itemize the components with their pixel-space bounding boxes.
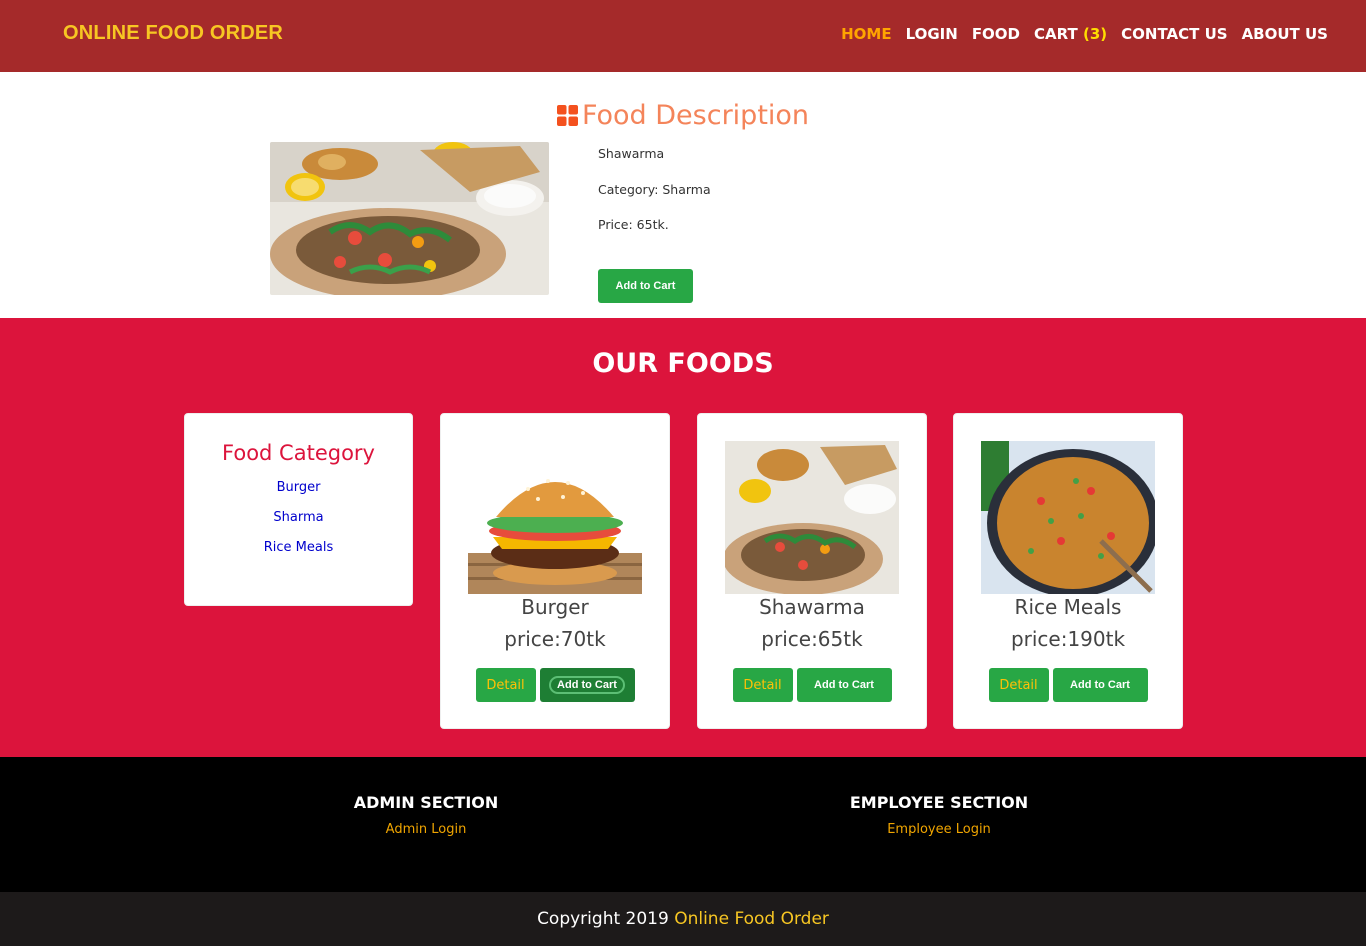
shawarma-image xyxy=(270,142,549,295)
brand-logo-text[interactable]: ONLINE FOOD ORDER xyxy=(63,22,283,45)
add-to-cart-button[interactable]: Add to Cart xyxy=(1052,668,1148,702)
our-foods-heading: OUR FOODS xyxy=(592,348,774,379)
copyright-text: Copyright 2019 xyxy=(537,909,669,929)
cart-count-badge: (3) xyxy=(1082,25,1108,43)
grid-icon xyxy=(556,105,578,126)
food-card-price: price:65tk xyxy=(761,627,863,651)
category-link-rice-meals[interactable]: Rice Meals xyxy=(185,533,412,563)
food-description-heading: Food Description xyxy=(0,100,1366,131)
food-card: Rice Meals price:190tk Detail Add to Car… xyxy=(953,413,1183,729)
rice-meals-image xyxy=(981,441,1155,594)
food-card-name: Burger xyxy=(521,595,589,619)
food-category: Category: Sharma xyxy=(598,181,711,197)
nav-contact[interactable]: CONTACT US xyxy=(1121,25,1227,43)
employee-section-title: EMPLOYEE SECTION xyxy=(849,793,1029,812)
detail-button[interactable]: Detail xyxy=(732,668,793,702)
top-navbar: ONLINE FOOD ORDER HOME LOGIN FOOD CART (… xyxy=(0,0,1366,72)
food-category-card: Food Category Burger Sharma Rice Meals xyxy=(184,413,413,606)
admin-login-link[interactable]: Admin Login xyxy=(326,822,526,837)
food-card-price: price:70tk xyxy=(504,627,606,651)
food-category-title: Food Category xyxy=(222,441,375,465)
employee-login-link[interactable]: Employee Login xyxy=(829,822,1049,837)
food-name: Shawarma xyxy=(598,146,665,161)
our-foods-section: OUR FOODS Food Category Burger Sharma Ri… xyxy=(0,318,1366,757)
admin-section-title: ADMIN SECTION xyxy=(353,793,499,812)
category-link-burger[interactable]: Burger xyxy=(185,473,412,503)
food-price: Price: 65tk. xyxy=(598,217,669,232)
shawarma-image xyxy=(725,441,899,594)
food-card-name: Shawarma xyxy=(759,595,865,619)
add-to-cart-button[interactable]: Add to Cart xyxy=(796,668,892,702)
copyright-brand: Online Food Order xyxy=(674,909,829,929)
food-card-actions: Detail Add to Cart xyxy=(698,668,926,702)
main-nav: HOME LOGIN FOOD CART (3) CONTACT US ABOU… xyxy=(841,25,1328,43)
employee-section: EMPLOYEE SECTION Employee Login xyxy=(829,793,1049,837)
add-to-cart-button[interactable]: Add to Cart xyxy=(539,668,635,702)
admin-section: ADMIN SECTION Admin Login xyxy=(326,793,526,837)
nav-login[interactable]: LOGIN xyxy=(906,25,958,43)
food-card-name: Rice Meals xyxy=(1014,595,1122,619)
food-detail-info: Shawarma Category: Sharma Price: 65tk. xyxy=(598,146,711,253)
food-description-title: Food Description xyxy=(581,100,810,131)
category-link-sharma[interactable]: Sharma xyxy=(185,503,412,533)
footer: ADMIN SECTION Admin Login EMPLOYEE SECTI… xyxy=(0,757,1366,892)
nav-home[interactable]: HOME xyxy=(841,25,891,43)
burger-image xyxy=(468,441,642,594)
food-card: Shawarma price:65tk Detail Add to Cart xyxy=(697,413,927,729)
add-to-cart-label: Add to Cart xyxy=(549,676,625,694)
nav-cart[interactable]: CART (3) xyxy=(1034,25,1107,43)
nav-cart-label: CART xyxy=(1034,25,1078,43)
food-card-actions: Detail Add to Cart xyxy=(954,668,1182,702)
detail-button[interactable]: Detail xyxy=(988,668,1049,702)
nav-about[interactable]: ABOUT US xyxy=(1242,25,1328,43)
food-card-actions: Detail Add to Cart xyxy=(441,668,669,702)
copyright-bar: Copyright 2019 Online Food Order xyxy=(0,892,1366,946)
category-list: Burger Sharma Rice Meals xyxy=(185,473,412,563)
food-card-price: price:190tk xyxy=(1010,627,1126,651)
detail-button[interactable]: Detail xyxy=(475,668,536,702)
add-to-cart-button[interactable]: Add to Cart xyxy=(598,269,693,303)
food-card: Burger price:70tk Detail Add to Cart xyxy=(440,413,670,729)
nav-food[interactable]: FOOD xyxy=(972,25,1020,43)
